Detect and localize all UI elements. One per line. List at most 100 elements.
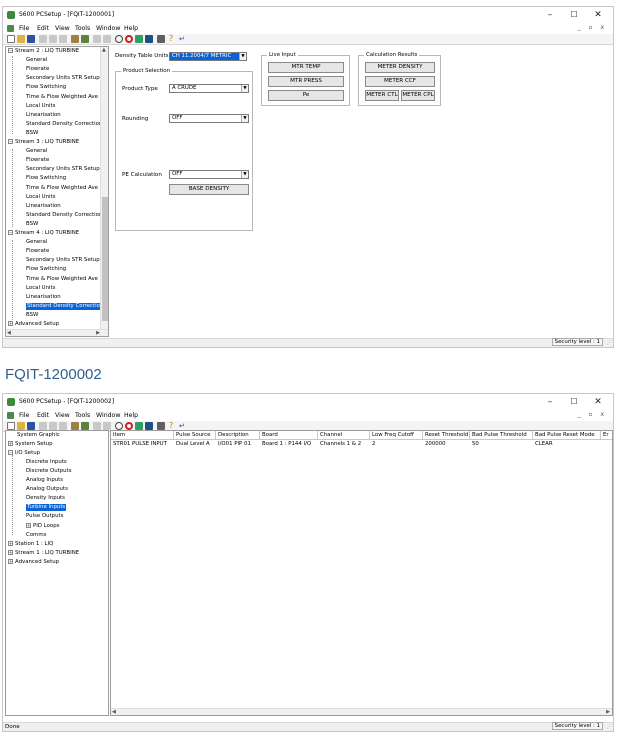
rounding-select[interactable]: OFF ▼ [169,114,249,123]
graph-icon[interactable] [145,35,153,43]
tree-horizontal-scrollbar[interactable]: ◀ ▶ [6,329,108,336]
tree-icon[interactable] [135,422,143,430]
tree-item-bsw[interactable]: BSW [26,130,38,137]
pe-calculation-select[interactable]: OFF ▼ [169,170,249,179]
halt-icon[interactable] [125,35,133,43]
tree-item-local-units[interactable]: Local Units [26,194,55,201]
table-cell-item[interactable]: STR01 PULSE INPUT [111,440,174,448]
column-header-pulse-source[interactable]: Pulse Source [174,431,216,440]
menu-help[interactable]: Help [124,25,138,32]
tree-item-standard-density-correction[interactable]: Standard Density Correction [26,212,102,219]
tree-item-analog-outputs[interactable]: Analog Outputs [26,486,68,493]
tree-item-general[interactable]: General [26,57,47,64]
tree-item-local-units[interactable]: Local Units [26,285,55,292]
print-icon[interactable] [157,422,165,430]
mdi-controls[interactable]: _ ▫ x [578,24,607,31]
tree-item-turbine-inputs[interactable]: Turbine Inputs [26,504,67,512]
menu-window[interactable]: Window [96,25,120,32]
meter-ccf-button[interactable]: METER CCF [365,76,435,87]
tree-item-flowrate[interactable]: Flowrate [26,66,49,73]
menu-tools[interactable]: Tools [75,25,90,32]
close-icon[interactable]: ✕ [587,396,609,408]
column-header-bad-pulse-reset-mode[interactable]: Bad Pulse Reset Mode [533,431,601,440]
resize-grip-icon[interactable]: ⋰ [607,724,612,730]
cut-icon[interactable] [39,422,47,430]
tree-item-stream-4-liq-turbine[interactable]: − Stream 4 : LIQ TURBINE [8,230,79,237]
tree-item-advanced-setup[interactable]: + Advanced Setup [8,558,59,566]
collapse-icon[interactable]: − [8,139,13,144]
connect-icon[interactable] [71,422,79,430]
tree-item-general[interactable]: General [26,239,47,246]
tree-item-flowrate[interactable]: Flowrate [26,248,49,255]
stop-icon[interactable] [115,422,123,430]
expand-icon[interactable]: + [8,549,13,555]
column-header-item[interactable]: Item [111,431,174,440]
context-help-icon[interactable]: ↵ [179,35,187,43]
base-density-button[interactable]: BASE DENSITY [169,184,249,195]
tree-item-comms[interactable]: Comms [26,532,46,539]
mtr-press-button[interactable]: MTR PRESS [268,76,344,87]
table-cell-description[interactable]: I/O01 PIP 01 [216,440,260,448]
tree-item-time-flow-weighted-ave[interactable]: Time & Flow Weighted Ave [26,276,98,283]
meter-cpl-button[interactable]: METER CPL [401,90,435,101]
paste-icon[interactable] [59,35,67,43]
tree-icon[interactable] [135,35,143,43]
tree-item-flow-switching[interactable]: Flow Switching [26,175,66,182]
report-icon[interactable] [103,422,111,430]
tree-item-general[interactable]: General [26,148,47,155]
tree-item-linearisation[interactable]: Linearisation [26,112,61,119]
help-icon[interactable]: ? [169,35,177,43]
maximize-icon[interactable]: ☐ [563,9,585,21]
pe-button[interactable]: Pe [268,90,344,101]
table-cell-low-freq-cutoff[interactable]: 2 [370,440,423,448]
connect-icon[interactable] [71,35,79,43]
expand-icon[interactable]: + [8,540,13,546]
tree-item-pid-loops[interactable]: + PID Loops [26,522,59,530]
paste-icon[interactable] [59,422,67,430]
open-icon[interactable] [17,35,25,43]
resize-grip-icon[interactable]: ⋰ [607,340,612,346]
save-icon[interactable] [27,422,35,430]
scroll-thumb[interactable] [102,197,108,321]
menu-view[interactable]: View [55,412,70,419]
tree-item-standard-density-correction[interactable]: Standard Density Correction [26,302,105,310]
table-cell-er[interactable] [601,440,612,448]
tree-item-pulse-outputs[interactable]: Pulse Outputs [26,513,63,520]
column-header-channel[interactable]: Channel [318,431,370,440]
table-cell-bad-pulse-reset-mode[interactable]: CLEAR [533,440,601,448]
print-icon[interactable] [157,35,165,43]
tree-item-time-flow-weighted-ave[interactable]: Time & Flow Weighted Ave [26,94,98,101]
column-header-description[interactable]: Description [216,431,260,440]
help-icon[interactable]: ? [169,422,177,430]
close-icon[interactable]: ✕ [587,9,609,21]
tree-item-system-setup[interactable]: + System Setup [8,441,53,448]
tree-item-secondary-units-str-setup[interactable]: Secondary Units STR Setup [26,75,100,82]
scroll-up-arrow-icon[interactable]: ▲ [102,47,106,53]
tree-item-stream-2-liq-turbine[interactable]: − Stream 2 : LIQ TURBINE [8,48,79,55]
menu-tools[interactable]: Tools [75,412,90,419]
tree-item-analog-inputs[interactable]: Analog Inputs [26,477,63,484]
menu-help[interactable]: Help [124,412,138,419]
graph-icon[interactable] [145,422,153,430]
meter-density-button[interactable]: METER DENSITY [365,62,435,73]
table-cell-pulse-source[interactable]: Dual Level A [174,440,216,448]
tree-item-flowrate[interactable]: Flowrate [26,157,49,164]
table-cell-reset-threshold[interactable]: 200000 [423,440,470,448]
scroll-right-arrow-icon[interactable]: ▶ [96,330,100,336]
tree-item-station-1-liq[interactable]: + Station 1 : LIQ [8,540,53,548]
tree-item-system-graphic[interactable]: System Graphic [8,432,60,439]
menu-edit[interactable]: Edit [37,412,49,419]
compare-icon[interactable] [93,35,101,43]
menu-file[interactable]: File [19,412,29,419]
open-icon[interactable] [17,422,25,430]
tree-item-secondary-units-str-setup[interactable]: Secondary Units STR Setup [26,257,100,264]
tree-vertical-scrollbar[interactable]: ▲ [100,47,108,331]
copy-icon[interactable] [49,35,57,43]
copy-icon[interactable] [49,422,57,430]
expand-icon[interactable]: + [8,441,13,447]
grid-horizontal-scrollbar[interactable]: ◀ ▶ [111,708,612,715]
expand-icon[interactable]: + [8,558,13,564]
scroll-right-arrow-icon[interactable]: ▶ [606,709,610,715]
tree-item-linearisation[interactable]: Linearisation [26,203,61,210]
tree-item-advanced-setup[interactable]: + Advanced Setup [8,321,59,328]
